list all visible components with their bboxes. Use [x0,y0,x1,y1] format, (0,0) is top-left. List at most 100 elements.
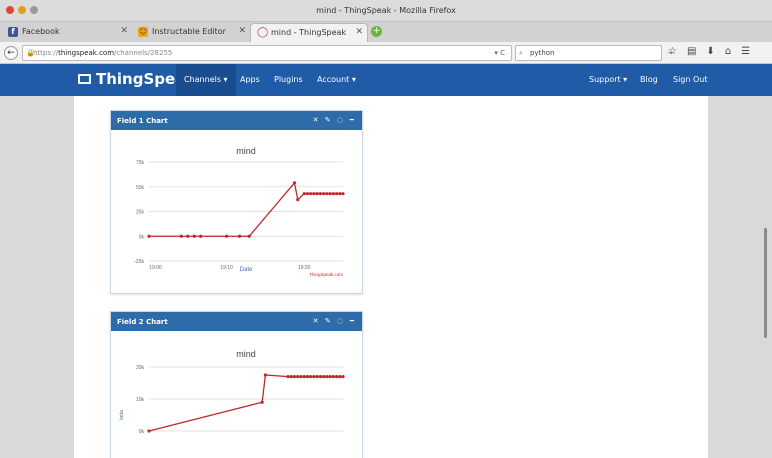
panel-header: Field 2 Chart ✕ ✎ ◌ ━ [111,312,362,331]
y-tick-label: 0k [139,429,145,435]
data-point [334,192,339,196]
data-point [263,373,267,377]
url-path: /channels/28255 [114,49,173,57]
facebook-icon: f [8,27,18,37]
search-input[interactable]: ⌕ python → [515,45,673,61]
data-point [322,192,326,196]
reload-icon[interactable]: ▾ C [494,46,505,60]
data-point [325,375,329,379]
data-point [299,375,303,379]
tab-thingspeak[interactable]: ◯ mind - ThingSpeak ✕ [250,23,368,42]
url-host: thingspeak.com [58,49,115,57]
lock-icon: 🔒 [26,49,35,57]
y-axis-label: beta [119,410,125,420]
y-tick-label: 50k [136,185,145,191]
data-point [334,375,339,379]
data-point [147,429,151,433]
nav-support[interactable]: Support ▾ [589,75,627,84]
data-point [179,234,183,238]
data-point [292,375,297,379]
chart-title: mind [236,349,256,359]
new-tab-button[interactable]: + [371,26,382,37]
data-point [199,234,203,238]
instructables-robot-icon: ☺ [138,27,148,37]
thingspeak-icon: ◯ [257,27,269,38]
address-bar[interactable]: 🔒 https://thingspeak.com/channels/28255 … [22,45,512,61]
data-point [302,192,306,196]
home-icon[interactable]: ⌂ [725,46,731,57]
x-axis-label: Date [240,267,253,273]
back-arrow-icon[interactable]: ← [4,46,18,60]
data-point [305,192,310,196]
data-point [341,375,345,379]
data-point [305,375,310,379]
data-point [338,192,342,196]
data-point [225,234,229,238]
nav-plugins[interactable]: Plugins [274,75,303,84]
y-tick-label: 25k [136,210,145,216]
series-line [149,181,343,237]
page-scrollbar[interactable] [764,228,767,338]
y-tick-label: 75k [136,160,145,166]
field-2-chart-panel: Field 2 Chart ✕ ✎ ◌ ━ mind-10k0k10k20kbe… [110,311,363,458]
close-tab-icon[interactable]: ✕ [355,27,363,37]
data-point [312,192,316,196]
navigation-toolbar: ← 🔒 https://thingspeak.com/channels/2825… [0,42,772,64]
data-point [338,375,342,379]
data-point [309,375,313,379]
data-point [247,234,251,238]
data-point [312,375,316,379]
reading-list-icon[interactable]: ▤ [687,46,696,57]
browser-toolbar-icons: ☆ ▤ ⬇ ⌂ ☰ [668,46,750,57]
data-point [286,375,290,379]
y-tick-label: 10k [136,397,145,403]
bookmark-star-icon[interactable]: ☆ [668,46,677,57]
data-point [186,234,190,238]
series-line [148,374,343,432]
data-point [237,234,242,238]
tab-label: mind - ThingSpeak [271,28,347,37]
data-point [341,192,345,196]
y-tick-label: 0k [139,234,145,240]
chart-credit: ThingSpeak.com [309,272,343,277]
nav-account[interactable]: Account ▾ [317,75,356,84]
data-point [302,375,306,379]
data-point [260,400,264,404]
x-tick-label: 19:20 [298,265,311,271]
x-tick-label: 19:10 [220,265,233,271]
field-1-chart-panel: Field 1 Chart ✕ ✎ ◌ ━ mind -25k 0k 25k 50k 75… [110,110,363,294]
menu-icon[interactable]: ☰ [741,46,750,57]
site-navbar: ThingSpeak Channels ▾ Apps Plugins Accou… [0,64,772,96]
chart-title: mind [236,146,256,156]
data-point [315,192,319,196]
nav-sign-out[interactable]: Sign Out [673,75,708,84]
nav-blog[interactable]: Blog [640,75,658,84]
close-tab-icon[interactable]: ✕ [238,26,246,36]
tab-label: Instructable Editor [152,27,226,36]
data-point [292,181,297,185]
panel-tools-icons[interactable]: ✕ ✎ ◌ ━ [313,317,356,325]
data-point [318,375,322,379]
url-prefix: https:// [33,49,59,57]
data-point [309,192,313,196]
search-value: python [530,49,555,57]
tab-facebook[interactable]: f Facebook ✕ [2,23,132,42]
tab-bar: f Facebook ✕ ☺ Instructable Editor ✕ ◯ m… [0,22,772,42]
data-point [296,375,300,379]
data-point [322,375,326,379]
panel-title: Field 1 Chart [117,117,168,125]
data-point [147,234,151,238]
close-tab-icon[interactable]: ✕ [120,26,128,36]
downloads-icon[interactable]: ⬇ [706,46,714,57]
panel-tools-icons[interactable]: ✕ ✎ ◌ ━ [313,116,356,124]
data-point [192,234,196,238]
monitor-icon [78,74,91,84]
data-point [315,375,319,379]
nav-channels[interactable]: Channels ▾ [176,64,236,96]
tab-instructable-editor[interactable]: ☺ Instructable Editor ✕ [132,23,250,42]
data-point [331,375,335,379]
data-point [328,192,332,196]
nav-apps[interactable]: Apps [240,75,260,84]
y-tick-label: -25k [134,259,144,265]
data-point [325,192,329,196]
